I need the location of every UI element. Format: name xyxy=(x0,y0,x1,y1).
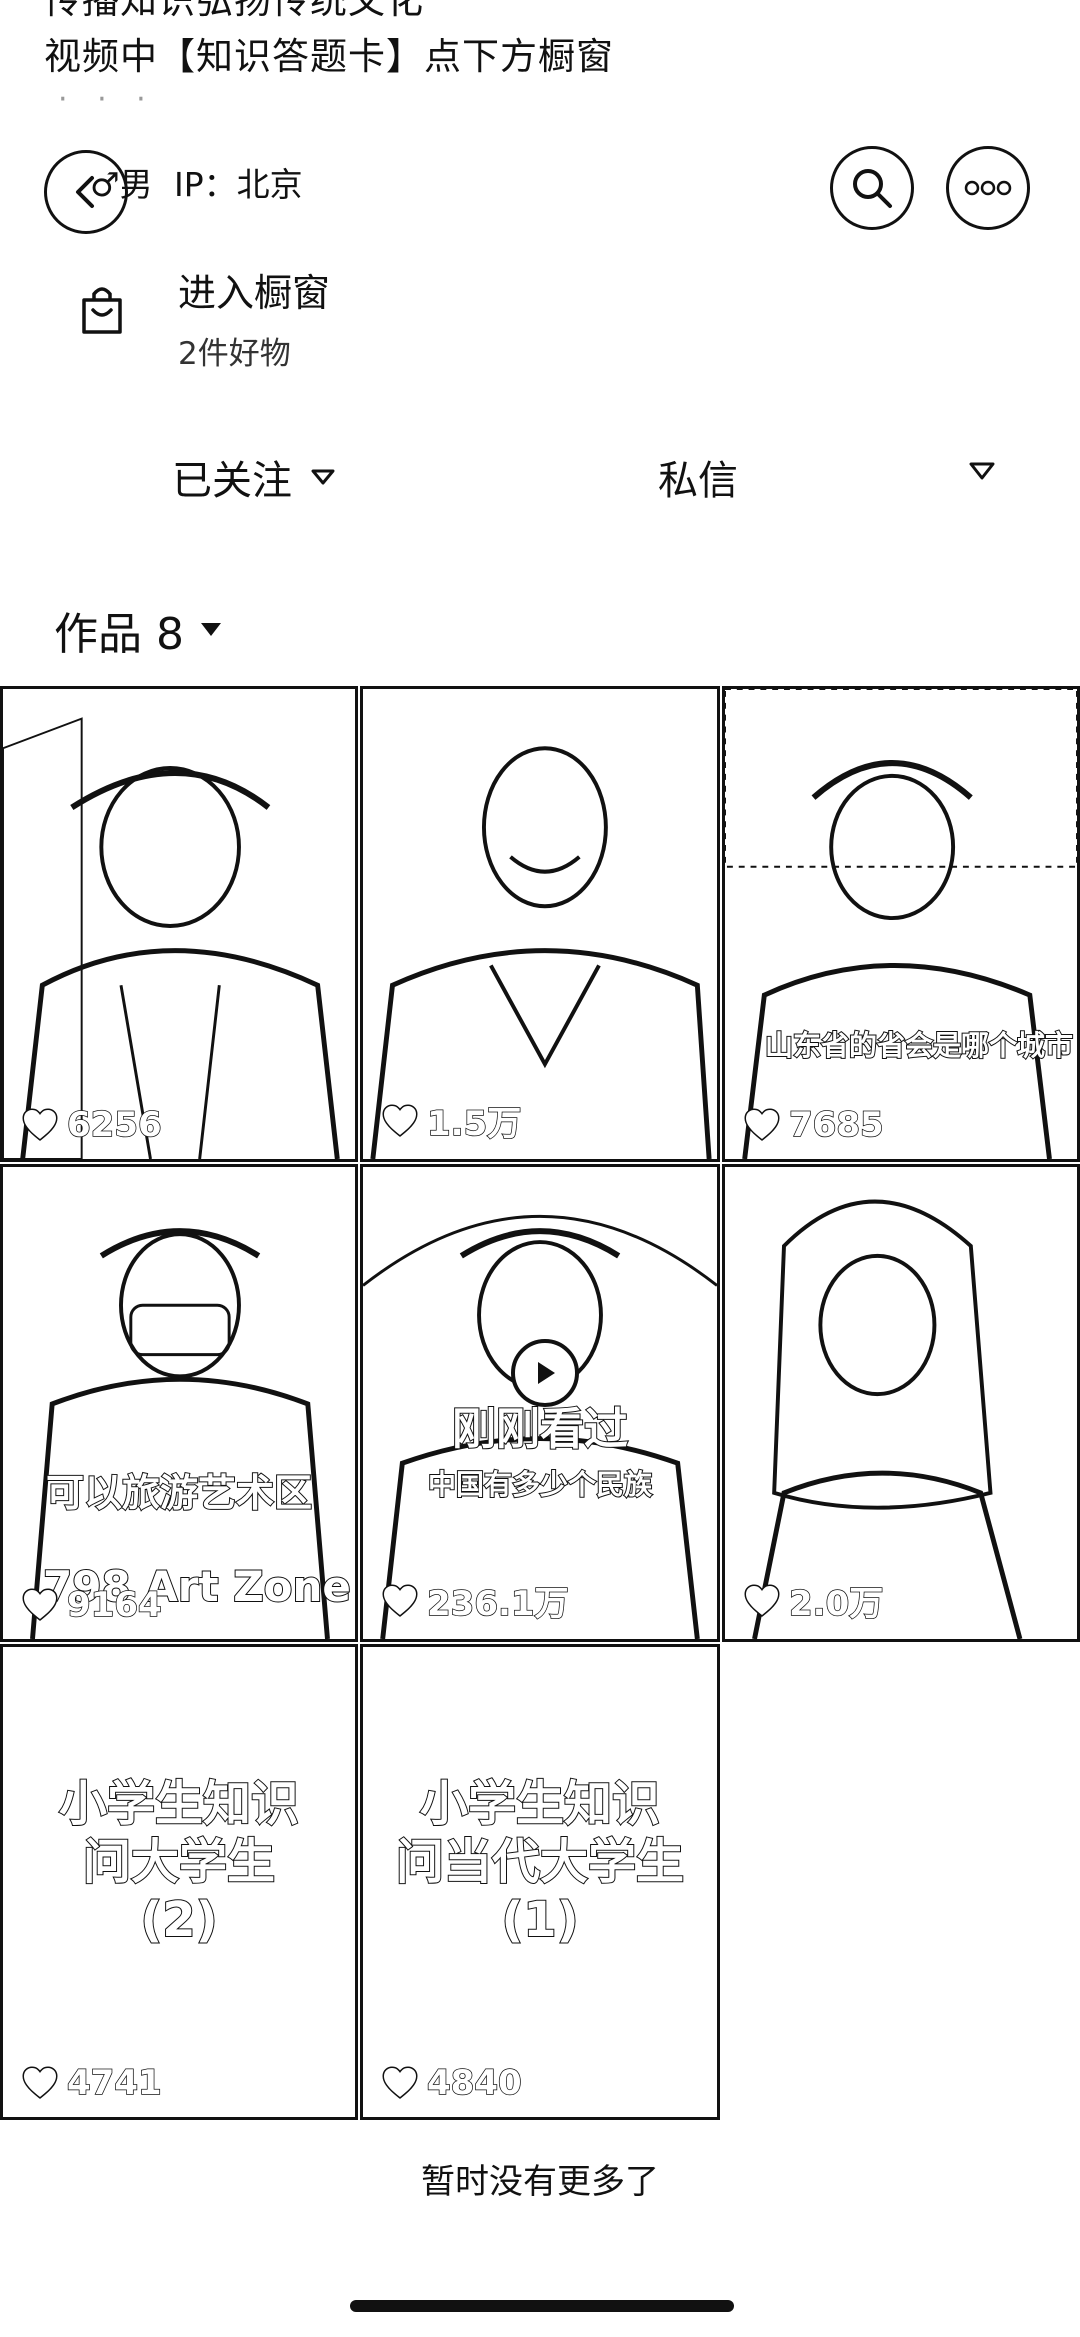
follow-label: 已关注 xyxy=(172,458,292,504)
play-icon xyxy=(538,1362,555,1384)
video-thumbnail xyxy=(363,689,717,1159)
works-count-label: 作品 8 xyxy=(54,609,184,660)
works-tab[interactable]: 作品 8 xyxy=(54,598,224,662)
end-of-list-text: 暂时没有更多了 xyxy=(421,2162,659,2202)
video-thumbnail xyxy=(3,689,355,1159)
back-button[interactable] xyxy=(44,150,128,234)
like-count: 4741 xyxy=(21,2062,162,2104)
video-caption: 可以旅游艺术区 xyxy=(45,1470,313,1516)
video-thumbnail xyxy=(725,1167,1077,1639)
like-count-value: 9164 xyxy=(66,1584,162,1626)
like-count: 9164 xyxy=(21,1584,162,1626)
heart-icon xyxy=(382,2066,418,2099)
more-icon xyxy=(964,180,1012,196)
ip-location: IP：北京 xyxy=(174,165,303,204)
triangle-down-icon xyxy=(311,469,335,485)
message-button[interactable]: 私信 xyxy=(658,448,738,506)
heart-icon xyxy=(382,1583,418,1617)
like-count: 236.1万 xyxy=(381,1576,569,1625)
recently-watched-label: 刚刚看过 xyxy=(451,1403,629,1456)
heart-icon xyxy=(744,1583,780,1617)
video-title: 小学生知识 问当代大学生 (1) xyxy=(395,1775,685,1949)
message-label: 私信 xyxy=(658,458,738,504)
triangle-down-icon xyxy=(969,462,995,480)
like-count-value: 2.0万 xyxy=(788,1583,884,1625)
video-tile[interactable]: 6256 xyxy=(0,686,358,1162)
more-actions-dropdown[interactable] xyxy=(968,460,996,486)
bio-line-shop-hint: 视频中【知识答题卡】点下方橱窗 xyxy=(44,35,614,78)
like-count: 6256 xyxy=(21,1104,162,1146)
triangle-down-icon xyxy=(200,623,221,636)
chevron-left-icon xyxy=(76,176,94,208)
like-count-value: 7685 xyxy=(788,1104,884,1146)
video-tile[interactable]: 小学生知识 问大学生 (2) 4741 xyxy=(0,1644,358,2120)
search-button[interactable] xyxy=(830,146,914,230)
like-count: 7685 xyxy=(743,1104,884,1146)
video-caption: 中国有多少个民族 xyxy=(427,1467,653,1502)
follow-status-button[interactable]: 已关注 xyxy=(172,448,336,506)
search-icon xyxy=(853,169,892,208)
video-tile[interactable]: 刚刚看过 中国有多少个民族 236.1万 xyxy=(360,1164,720,1642)
shopping-bag-icon xyxy=(82,287,122,334)
heart-icon xyxy=(744,1108,780,1141)
video-thumbnail xyxy=(725,689,1077,1159)
like-count: 1.5万 xyxy=(381,1096,522,1145)
video-title: 小学生知识 问大学生 (2) xyxy=(58,1775,300,1949)
video-tile[interactable]: 小学生知识 问当代大学生 (1) 4840 xyxy=(360,1644,720,2120)
video-tile[interactable]: 2.0万 xyxy=(722,1164,1080,1642)
shop-item-count: 2件好物 xyxy=(178,336,291,372)
heart-icon xyxy=(22,2066,58,2099)
video-tile[interactable]: 山东省的省会是哪个城市 7685 xyxy=(722,686,1080,1162)
heart-icon xyxy=(22,1588,58,1621)
like-count-value: 6256 xyxy=(66,1104,162,1146)
video-caption: 山东省的省会是哪个城市 xyxy=(764,1028,1074,1063)
like-count-value: 4741 xyxy=(66,2062,162,2104)
home-indicator[interactable] xyxy=(350,2300,734,2312)
more-options-button[interactable] xyxy=(946,146,1030,230)
video-tile[interactable]: 1.5万 xyxy=(360,686,720,1162)
heart-icon xyxy=(382,1103,418,1137)
bio-dots: · · · xyxy=(58,82,156,117)
like-count: 4840 xyxy=(381,2062,522,2104)
video-tile[interactable]: 可以旅游艺术区 798 Art Zone 9164 xyxy=(0,1164,358,1642)
bio-line-top: 传播知识弘扬传统文化 xyxy=(44,0,424,22)
like-count-value: 4840 xyxy=(426,2062,522,2104)
like-count: 2.0万 xyxy=(743,1576,884,1625)
like-count-value: 236.1万 xyxy=(426,1583,569,1625)
like-count-value: 1.5万 xyxy=(426,1103,522,1145)
heart-icon xyxy=(22,1108,58,1141)
shop-title: 进入橱窗 xyxy=(178,271,331,315)
